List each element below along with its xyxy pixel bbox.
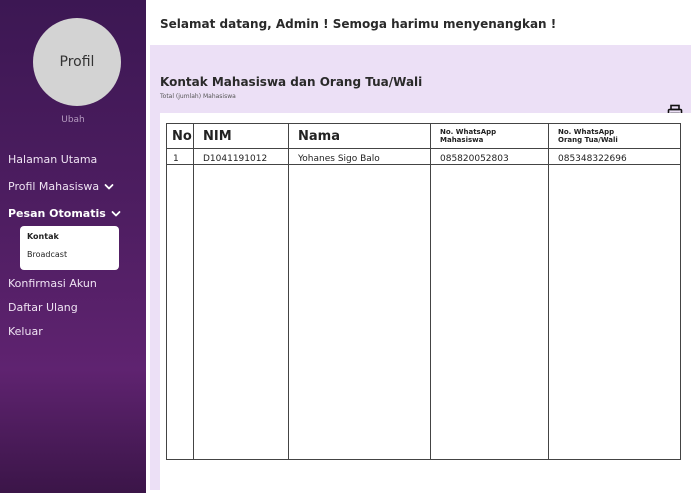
column-header-whatsapp-mahasiswa: No. WhatsApp Mahasiswa	[430, 123, 549, 149]
filler-cell	[166, 164, 194, 460]
sidebar-item-pesan-otomatis[interactable]: Pesan Otomatis	[8, 207, 121, 220]
sidebar-item-halaman-utama[interactable]: Halaman Utama	[8, 153, 97, 166]
page-subtitle: Total (jumlah) Mahasiswa	[160, 93, 236, 100]
filler-cell	[193, 164, 289, 460]
chevron-down-icon	[104, 183, 114, 189]
filler-cell	[430, 164, 549, 460]
filler-cell	[288, 164, 431, 460]
sidebar-item-label: Halaman Utama	[8, 153, 98, 166]
cell-whatsapp-wali: 085348322696	[548, 148, 681, 165]
sidebar-item-profil-mahasiswa[interactable]: Profil Mahasiswa	[8, 180, 114, 193]
change-profile-link[interactable]: Ubah	[0, 115, 146, 125]
column-header-nama: Nama	[288, 123, 431, 149]
sidebar-item-konfirmasi-akun[interactable]: Konfirmasi Akun	[8, 277, 97, 290]
submenu-item-broadcast[interactable]: Broadcast	[27, 250, 67, 259]
sidebar-item-label: Keluar	[8, 325, 43, 338]
welcome-message: Selamat datang, Admin ! Semoga harimu me…	[160, 17, 557, 31]
submenu-pesan-otomatis: Kontak Broadcast	[20, 226, 119, 270]
sidebar-item-daftar-ulang[interactable]: Daftar Ulang	[8, 301, 78, 314]
profile-avatar[interactable]: Profil	[33, 18, 121, 106]
contacts-table: No NIM Nama No. WhatsApp Mahasiswa No. W…	[166, 123, 681, 460]
table-row: 1 D1041191012 Yohanes Sigo Balo 08582005…	[166, 148, 681, 165]
table-header-row: No NIM Nama No. WhatsApp Mahasiswa No. W…	[166, 123, 681, 149]
column-header-nim: NIM	[193, 123, 289, 149]
sidebar: Profil Ubah Halaman Utama Profil Mahasis…	[0, 0, 146, 493]
profile-label: Profil	[59, 54, 95, 70]
sidebar-item-label: Profil Mahasiswa	[8, 180, 100, 193]
sidebar-item-label: Daftar Ulang	[8, 301, 78, 314]
filler-cell	[548, 164, 681, 460]
cell-whatsapp-mahasiswa: 085820052803	[430, 148, 549, 165]
page-title: Kontak Mahasiswa dan Orang Tua/Wali	[160, 75, 423, 89]
submenu-item-kontak[interactable]: Kontak	[27, 232, 59, 241]
table-filler-row	[166, 164, 681, 460]
column-header-whatsapp-wali: No. WhatsApp Orang Tua/Wali	[548, 123, 681, 149]
sidebar-item-keluar[interactable]: Keluar	[8, 325, 43, 338]
cell-nama: Yohanes Sigo Balo	[288, 148, 431, 165]
cell-no: 1	[166, 148, 194, 165]
sidebar-item-label: Pesan Otomatis	[8, 207, 106, 220]
cell-nim: D1041191012	[193, 148, 289, 165]
column-header-no: No	[166, 123, 194, 149]
chevron-down-icon	[111, 210, 121, 216]
sidebar-item-label: Konfirmasi Akun	[8, 277, 97, 290]
